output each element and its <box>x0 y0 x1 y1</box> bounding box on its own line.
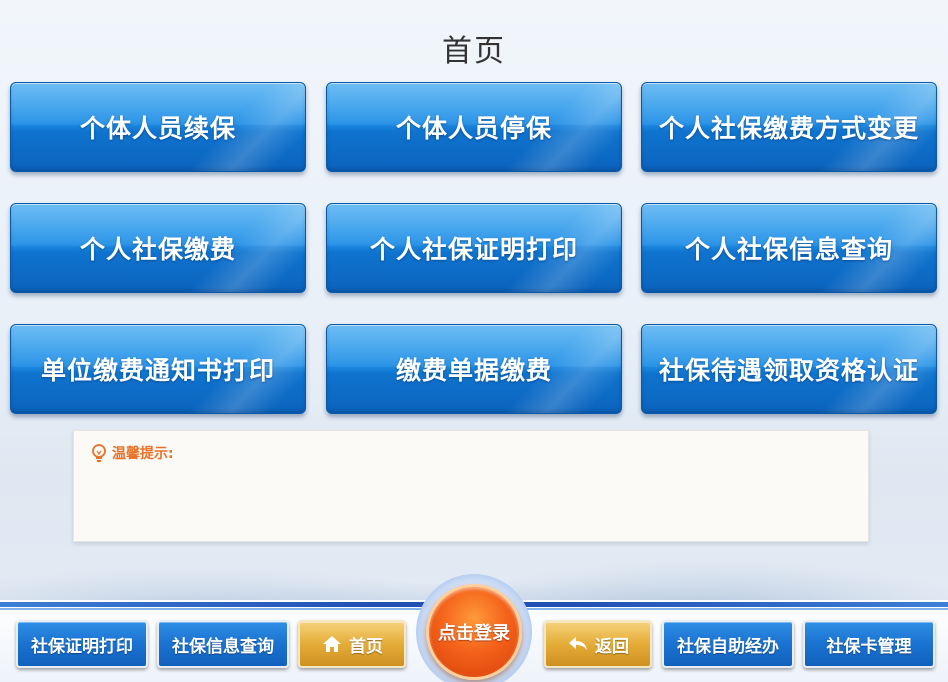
notice-box: 温馨提示: <box>73 430 869 542</box>
cert-print-button[interactable]: 社保证明打印 <box>16 620 148 668</box>
info-query-button[interactable]: 社保信息查询 <box>157 620 289 668</box>
tile-certificate-print[interactable]: 个人社保证明打印 <box>326 203 622 293</box>
tile-label: 个人社保信息查询 <box>684 235 893 264</box>
home-label: 首页 <box>349 636 383 657</box>
page-title: 首页 <box>442 34 506 69</box>
tile-unit-notice-print[interactable]: 单位缴费通知书打印 <box>10 324 306 414</box>
tile-label: 个体人员续保 <box>79 114 236 143</box>
login-label: 点击登录 <box>438 623 510 644</box>
tile-individual-suspend[interactable]: 个体人员停保 <box>326 82 622 172</box>
tile-label: 个人社保缴费方式变更 <box>658 114 919 143</box>
card-manage-button[interactable]: 社保卡管理 <box>803 620 935 668</box>
tile-individual-renew[interactable]: 个体人员续保 <box>10 82 306 172</box>
back-button[interactable]: 返回 <box>544 620 652 668</box>
lightbulb-icon <box>92 444 106 462</box>
home-button[interactable]: 首页 <box>298 620 406 668</box>
self-service-label: 社保自助经办 <box>677 636 779 657</box>
tile-label: 个人社保证明打印 <box>369 235 578 264</box>
home-icon <box>323 636 341 652</box>
back-label: 返回 <box>595 636 629 657</box>
back-arrow-icon <box>569 637 587 650</box>
tile-benefit-qualification[interactable]: 社保待遇领取资格认证 <box>641 324 937 414</box>
tile-info-query[interactable]: 个人社保信息查询 <box>641 203 937 293</box>
info-query-label: 社保信息查询 <box>172 636 274 657</box>
tile-label: 单位缴费通知书打印 <box>40 356 275 385</box>
tile-label: 缴费单据缴费 <box>395 356 552 385</box>
login-button[interactable]: 点击登录 <box>426 584 522 680</box>
tile-label: 个人社保缴费 <box>79 235 236 264</box>
cert-print-label: 社保证明打印 <box>31 636 133 657</box>
card-manage-label: 社保卡管理 <box>826 636 912 657</box>
self-service-button[interactable]: 社保自助经办 <box>662 620 794 668</box>
tile-bill-payment[interactable]: 缴费单据缴费 <box>326 324 622 414</box>
tile-payment-method-change[interactable]: 个人社保缴费方式变更 <box>641 82 937 172</box>
notice-label: 温馨提示: <box>112 446 174 462</box>
tile-label: 社保待遇领取资格认证 <box>658 356 919 385</box>
tile-personal-payment[interactable]: 个人社保缴费 <box>10 203 306 293</box>
tile-label: 个体人员停保 <box>395 114 552 143</box>
notice-header: 温馨提示: <box>90 443 174 463</box>
